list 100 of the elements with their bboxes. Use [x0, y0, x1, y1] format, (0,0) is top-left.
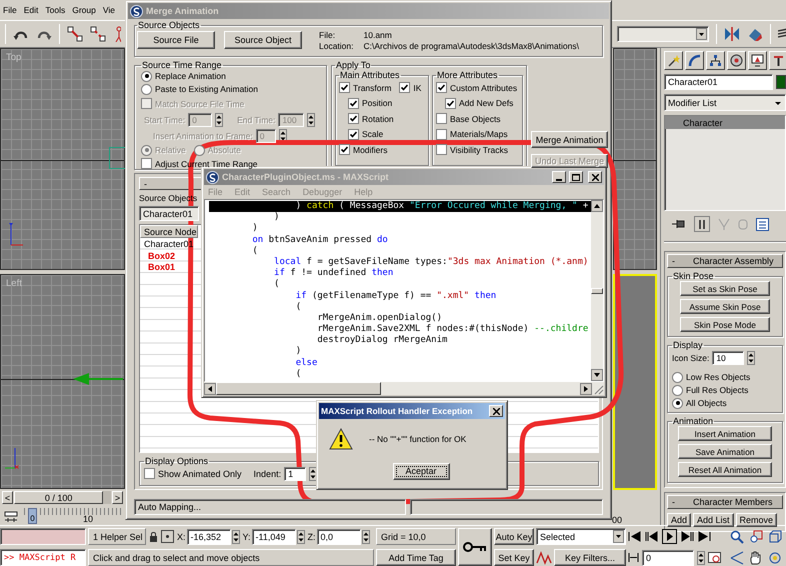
spinner-arrows-icon[interactable] — [215, 112, 224, 126]
command-tab[interactable] — [706, 51, 725, 70]
checkbox[interactable] — [141, 158, 152, 169]
listener-output-field[interactable]: >> MAXScript R — [0, 549, 86, 566]
panel-button[interactable]: Reset All Animation — [678, 462, 772, 477]
action-button[interactable]: Merge Animation — [531, 131, 608, 148]
command-tab[interactable] — [727, 51, 746, 70]
menu-item[interactable]: Edit — [24, 5, 38, 15]
add-time-tag-button[interactable]: Add Time Tag — [376, 549, 456, 566]
radio-button[interactable] — [141, 84, 152, 94]
menu-item[interactable]: Tools — [45, 5, 66, 15]
panel-button[interactable]: Skin Pose Mode — [680, 317, 770, 332]
command-tab[interactable] — [664, 51, 683, 70]
spinner-arrows-icon[interactable] — [362, 530, 370, 544]
command-tab[interactable] — [748, 51, 767, 70]
checkbox[interactable] — [445, 98, 456, 108]
panel-button[interactable]: Save Animation — [678, 444, 772, 459]
checkbox[interactable] — [339, 82, 350, 93]
coordinate-field[interactable]: -11,049 — [252, 528, 296, 544]
mirror-icon[interactable] — [724, 26, 740, 42]
track-bar-icon[interactable] — [4, 510, 18, 524]
wand-icon[interactable] — [667, 54, 680, 67]
checkbox[interactable] — [348, 113, 359, 124]
resize-grip-icon[interactable] — [592, 382, 604, 394]
scrollbar-thumb[interactable] — [591, 288, 603, 294]
previous-key-icon[interactable] — [645, 531, 658, 542]
checkbox[interactable] — [339, 144, 350, 155]
configure-icon[interactable] — [756, 218, 769, 230]
figure-icon[interactable] — [113, 26, 121, 42]
coordinate-field[interactable]: -16,352 — [186, 528, 231, 544]
accept-button[interactable]: Aceptar — [392, 462, 450, 480]
curve-icon[interactable] — [536, 550, 552, 564]
stack-item[interactable]: Character — [665, 116, 785, 129]
command-tab[interactable] — [685, 51, 704, 70]
next-key-icon[interactable] — [681, 531, 694, 542]
command-tab[interactable] — [769, 51, 786, 70]
collapse-sign[interactable]: - — [144, 178, 147, 188]
source-button[interactable]: Source File — [137, 31, 215, 49]
auto-key-button[interactable]: Auto Key — [494, 528, 534, 545]
radio-button[interactable] — [672, 372, 683, 382]
next-frame-button[interactable]: > — [112, 491, 123, 504]
magnifier-icon[interactable] — [730, 530, 744, 544]
code-editor[interactable] — [205, 200, 591, 381]
rollout-header[interactable]: - Character Assembly — [667, 254, 783, 268]
menu-item[interactable]: File — [3, 5, 17, 15]
key-icon[interactable] — [463, 541, 487, 553]
selection-set-dropdown[interactable] — [617, 26, 709, 42]
hand-icon[interactable] — [749, 550, 763, 564]
zoom-all-icon[interactable] — [749, 530, 763, 544]
lock-icon[interactable] — [149, 530, 158, 542]
modifier-list-dropdown[interactable]: Modifier List — [664, 94, 786, 111]
time-slider-thumb[interactable]: 0 / 100 — [14, 491, 104, 504]
target-icon[interactable] — [161, 530, 174, 543]
time-configuration-icon[interactable] — [708, 551, 721, 564]
pin-icon[interactable] — [672, 218, 686, 230]
key-mode-dropdown[interactable]: Selected — [536, 528, 626, 545]
listener-input-field[interactable] — [0, 528, 86, 545]
checkbox[interactable] — [399, 82, 410, 93]
previous-frame-button[interactable]: < — [2, 491, 13, 504]
monitor-icon[interactable] — [751, 54, 764, 67]
column-header[interactable]: Source Node — [140, 225, 198, 238]
spinner-arrows-icon[interactable] — [232, 530, 240, 544]
checkbox[interactable] — [436, 144, 447, 155]
collapse-sign[interactable]: - — [672, 256, 675, 266]
scroll-down-icon[interactable] — [591, 369, 603, 381]
collapse-sign[interactable]: - — [672, 497, 675, 507]
spinner-arrows-icon[interactable] — [747, 351, 756, 365]
tree-item[interactable]: Box02 — [140, 250, 176, 261]
scroll-up-icon[interactable] — [591, 200, 603, 212]
go-to-end-icon[interactable] — [698, 531, 711, 542]
number-field[interactable]: 10 — [712, 351, 744, 365]
pipe-icon[interactable] — [694, 216, 710, 232]
unlink-icon[interactable] — [90, 26, 106, 42]
close-button[interactable] — [489, 405, 503, 417]
maximize-button[interactable] — [569, 171, 583, 183]
arc-icon[interactable] — [688, 54, 701, 67]
rollout-header[interactable]: - Character Members — [667, 495, 783, 509]
source-button[interactable]: Source Object — [224, 31, 302, 49]
panel-button[interactable]: Remove — [736, 512, 778, 526]
set-key-button[interactable]: Set Key — [494, 549, 534, 566]
key-filters-button[interactable]: Key Filters... — [554, 549, 626, 566]
checkbox[interactable] — [348, 128, 359, 140]
scroll-right-icon[interactable] — [580, 382, 592, 394]
coordinate-field[interactable]: 0,0 — [316, 528, 361, 544]
align-icon[interactable] — [747, 26, 763, 42]
hierarchy-icon[interactable] — [709, 54, 722, 67]
checkbox[interactable] — [436, 128, 447, 140]
play-icon[interactable] — [662, 529, 677, 544]
checkbox[interactable] — [348, 98, 359, 108]
link-icon[interactable] — [67, 26, 83, 42]
hammer-icon[interactable] — [772, 54, 785, 67]
radio-button[interactable] — [672, 384, 683, 396]
checkbox[interactable] — [144, 468, 155, 479]
panel-button[interactable]: Set as Skin Pose — [680, 281, 770, 296]
number-field[interactable]: 1 — [284, 466, 306, 480]
minimize-button[interactable] — [552, 171, 566, 183]
name-field[interactable]: Character01 — [664, 74, 773, 90]
close-button[interactable] — [588, 171, 602, 183]
scroll-left-icon[interactable] — [204, 382, 216, 394]
panel-button[interactable]: Add List — [693, 512, 734, 526]
